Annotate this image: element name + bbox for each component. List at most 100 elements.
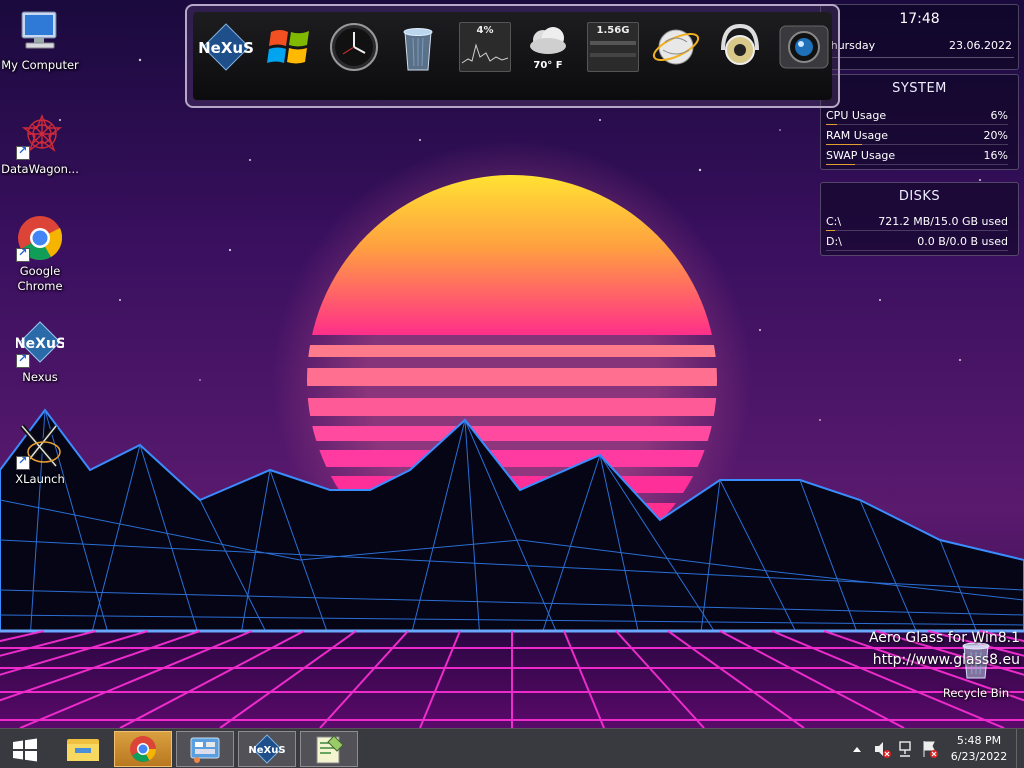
aero-glass-watermark: Aero Glass for Win8.1 bbox=[868, 630, 1020, 646]
dock-item-clock[interactable] bbox=[327, 20, 381, 74]
dock-item-windows[interactable] bbox=[263, 20, 317, 74]
dock-item-memory-meter[interactable]: 1.56G bbox=[587, 22, 639, 72]
chevron-up-icon bbox=[853, 747, 861, 752]
nexus-logo-icon: NeXuS bbox=[198, 23, 254, 71]
ram-usage-label: RAM Usage bbox=[826, 129, 888, 142]
dock-item-nexus[interactable]: NeXuS bbox=[198, 20, 254, 74]
start-button[interactable] bbox=[0, 731, 48, 767]
system-panel-title: SYSTEM bbox=[892, 81, 947, 96]
network-button[interactable] bbox=[896, 729, 916, 768]
nexus-dock: NeXuS 4% 70° F 1.56G bbox=[185, 4, 840, 108]
clock-time: 17:48 bbox=[899, 11, 940, 27]
disk-c-value: 721.2 MB/15.0 GB used bbox=[878, 215, 1008, 228]
flag-icon bbox=[923, 741, 938, 758]
desktop-icon-label: XLaunch bbox=[15, 472, 65, 486]
svg-text:NeXuS: NeXuS bbox=[248, 745, 285, 756]
dock-item-weather[interactable]: 70° F bbox=[521, 20, 575, 74]
swap-usage-bar bbox=[826, 164, 856, 165]
show-desktop-button[interactable] bbox=[1016, 729, 1024, 768]
disks-panel: DISKS C:\ 721.2 MB/15.0 GB used D:\ 0.0 … bbox=[820, 182, 1019, 256]
desktop-icon-label: Recycle Bin bbox=[942, 686, 1010, 700]
svg-text:NeXuS: NeXuS bbox=[199, 39, 253, 57]
disk-d-label: D:\ bbox=[826, 235, 842, 248]
ram-usage-row: RAM Usage 20% bbox=[826, 127, 1008, 145]
chrome-icon bbox=[130, 736, 157, 762]
notepad-icon bbox=[316, 735, 344, 764]
dock-item-cpu-meter[interactable]: 4% bbox=[459, 22, 511, 72]
dock-item-network[interactable] bbox=[649, 20, 703, 74]
aero-glass-url: http://www.glass8.eu bbox=[872, 652, 1020, 668]
taskbar-chrome[interactable] bbox=[114, 731, 172, 767]
disk-c-track bbox=[826, 230, 1008, 231]
desktop-icon-google-chrome[interactable]: Google Chrome bbox=[0, 214, 80, 294]
clock-icon bbox=[330, 23, 378, 71]
taskbar: NeXuS 5:48 PM 6/23/2022 bbox=[0, 728, 1024, 768]
datawagon-icon bbox=[16, 112, 64, 160]
desktop-icon-label: Google Chrome bbox=[17, 264, 63, 293]
ram-usage-bar bbox=[826, 144, 863, 145]
shortcut-arrow-icon bbox=[16, 144, 30, 160]
volume-muted-icon bbox=[875, 742, 891, 758]
cpu-meter-value: 4% bbox=[476, 25, 494, 36]
control-panel-icon bbox=[190, 737, 220, 763]
tray-date: 6/23/2022 bbox=[950, 750, 1008, 763]
xlaunch-icon bbox=[16, 422, 64, 470]
system-panel: SYSTEM CPU Usage 6% RAM Usage 20% SWAP U… bbox=[820, 74, 1019, 170]
show-hidden-icons[interactable] bbox=[850, 729, 864, 768]
taskbar-clock[interactable]: 5:48 PM 6/23/2022 bbox=[944, 729, 1014, 768]
clock-divider bbox=[825, 57, 1014, 58]
desktop-icon-my-computer[interactable]: My Computer bbox=[0, 8, 80, 73]
taskbar-notepad[interactable] bbox=[300, 731, 358, 767]
speaker-icon bbox=[721, 23, 759, 65]
memory-meter-value: 1.56G bbox=[596, 25, 630, 36]
shortcut-arrow-icon bbox=[16, 454, 30, 470]
disk-d-track bbox=[826, 250, 1008, 251]
chrome-icon bbox=[16, 214, 64, 262]
cpu-usage-row: CPU Usage 6% bbox=[826, 107, 1008, 125]
file-explorer-icon bbox=[67, 739, 99, 761]
weather-temperature: 70° F bbox=[533, 60, 563, 71]
cpu-usage-track bbox=[826, 124, 1008, 125]
desktop-icon-label: Nexus bbox=[22, 370, 58, 384]
desktop-icon-nexus[interactable]: NeXuS Nexus bbox=[0, 320, 80, 385]
shortcut-arrow-icon bbox=[16, 246, 30, 262]
camera-icon bbox=[779, 25, 829, 69]
dock-item-camera[interactable] bbox=[777, 20, 831, 74]
clock-widget: 17:48 Thursday 23.06.2022 bbox=[820, 4, 1019, 70]
disk-c-row: C:\ 721.2 MB/15.0 GB used bbox=[826, 213, 1008, 231]
volume-muted-button[interactable] bbox=[872, 729, 892, 768]
windows-flag-icon bbox=[267, 30, 309, 64]
disk-d-row: D:\ 0.0 B/0.0 B used bbox=[826, 233, 1008, 251]
desktop-icon-xlaunch[interactable]: XLaunch bbox=[0, 422, 80, 487]
action-center-button[interactable] bbox=[920, 729, 940, 768]
nexus-icon: NeXuS bbox=[248, 734, 286, 764]
computer-icon bbox=[16, 8, 64, 56]
windows-start-icon bbox=[13, 738, 37, 762]
nexus-icon: NeXuS bbox=[14, 320, 66, 368]
taskbar-control-panel[interactable] bbox=[176, 731, 234, 767]
taskbar-nexus[interactable]: NeXuS bbox=[238, 731, 296, 767]
svg-text:NeXuS: NeXuS bbox=[16, 336, 64, 352]
clock-date: 23.06.2022 bbox=[949, 39, 1012, 52]
disk-c-bar bbox=[826, 230, 836, 231]
recycle-bin-icon bbox=[403, 28, 433, 71]
tray-time: 5:48 PM bbox=[956, 734, 1002, 747]
dock-item-recycle-bin[interactable] bbox=[391, 20, 445, 74]
cpu-usage-bar bbox=[826, 124, 837, 125]
disk-d-value: 0.0 B/0.0 B used bbox=[917, 235, 1008, 248]
swap-usage-label: SWAP Usage bbox=[826, 149, 896, 162]
desktop-icon-datawagon[interactable]: DataWagon... bbox=[0, 112, 80, 177]
ram-usage-value: 20% bbox=[983, 129, 1008, 142]
disks-panel-title: DISKS bbox=[898, 189, 941, 204]
dock-item-speaker[interactable] bbox=[713, 20, 767, 74]
desktop-icon-label: DataWagon... bbox=[1, 162, 79, 176]
cpu-usage-value: 6% bbox=[990, 109, 1008, 122]
taskbar-file-explorer[interactable] bbox=[54, 731, 112, 767]
swap-usage-row: SWAP Usage 16% bbox=[826, 147, 1008, 165]
network-globe-icon bbox=[652, 29, 700, 65]
network-icon bbox=[899, 741, 911, 757]
cpu-usage-label: CPU Usage bbox=[826, 109, 887, 122]
shortcut-arrow-icon bbox=[16, 352, 30, 368]
desktop-icon-label: My Computer bbox=[1, 58, 79, 72]
swap-usage-value: 16% bbox=[983, 149, 1008, 162]
